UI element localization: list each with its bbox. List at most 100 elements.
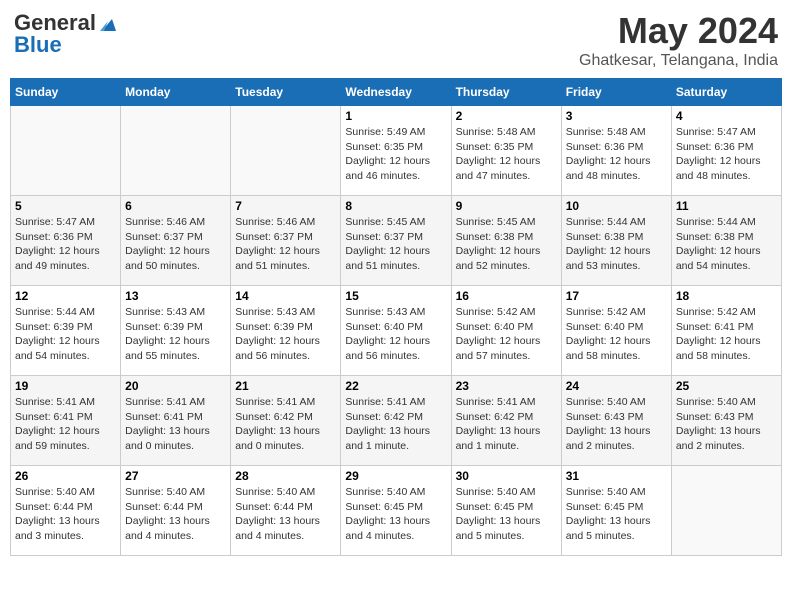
day-cell: 15Sunrise: 5:43 AM Sunset: 6:40 PM Dayli… (341, 286, 451, 376)
day-info: Sunrise: 5:41 AM Sunset: 6:42 PM Dayligh… (345, 395, 446, 454)
day-info: Sunrise: 5:45 AM Sunset: 6:38 PM Dayligh… (456, 215, 557, 274)
logo-icon (98, 13, 118, 33)
day-info: Sunrise: 5:40 AM Sunset: 6:45 PM Dayligh… (456, 485, 557, 544)
day-number: 16 (456, 289, 557, 303)
day-info: Sunrise: 5:46 AM Sunset: 6:37 PM Dayligh… (125, 215, 226, 274)
day-info: Sunrise: 5:46 AM Sunset: 6:37 PM Dayligh… (235, 215, 336, 274)
week-row-5: 26 Sunrise: 5:40 AM Sunset: 6:44 PM Dayli… (11, 466, 782, 556)
day-info: Sunrise: 5:40 AM Sunset: 6:43 PM Dayligh… (676, 395, 777, 454)
header-cell-wednesday: Wednesday (341, 79, 451, 106)
header-cell-sunday: Sunday (11, 79, 121, 106)
day-cell: 13Sunrise: 5:43 AM Sunset: 6:39 PM Dayli… (121, 286, 231, 376)
day-cell (671, 466, 781, 556)
day-cell: 29 Sunrise: 5:40 AM Sunset: 6:45 PM Dayli… (341, 466, 451, 556)
day-info: Sunrise: 5:40 AM Sunset: 6:45 PM Dayligh… (345, 485, 446, 544)
day-cell: 3Sunrise: 5:48 AM Sunset: 6:36 PM Daylig… (561, 106, 671, 196)
day-cell: 4 Sunrise: 5:47 AM Sunset: 6:36 PM Daylig… (671, 106, 781, 196)
day-info: Sunrise: 5:42 AM Sunset: 6:40 PM Dayligh… (456, 305, 557, 364)
week-row-2: 5 Sunrise: 5:47 AM Sunset: 6:36 PM Daylig… (11, 196, 782, 286)
page-header: General Blue May 2024 Ghatkesar, Telanga… (10, 10, 782, 70)
day-info: Sunrise: 5:44 AM Sunset: 6:39 PM Dayligh… (15, 305, 116, 364)
day-number: 17 (566, 289, 667, 303)
day-cell: 18 Sunrise: 5:42 AM Sunset: 6:41 PM Dayli… (671, 286, 781, 376)
day-number: 5 (15, 199, 116, 213)
day-info: Sunrise: 5:40 AM Sunset: 6:43 PM Dayligh… (566, 395, 667, 454)
subtitle: Ghatkesar, Telangana, India (579, 52, 778, 70)
day-info: Sunrise: 5:40 AM Sunset: 6:44 PM Dayligh… (15, 485, 116, 544)
day-cell: 5 Sunrise: 5:47 AM Sunset: 6:36 PM Daylig… (11, 196, 121, 286)
day-number: 27 (125, 469, 226, 483)
day-number: 1 (345, 109, 446, 123)
day-info: Sunrise: 5:48 AM Sunset: 6:36 PM Dayligh… (566, 125, 667, 184)
day-cell: 14 Sunrise: 5:43 AM Sunset: 6:39 PM Dayli… (231, 286, 341, 376)
day-number: 11 (676, 199, 777, 213)
header-row: SundayMondayTuesdayWednesdayThursdayFrid… (11, 79, 782, 106)
header-cell-thursday: Thursday (451, 79, 561, 106)
day-number: 31 (566, 469, 667, 483)
day-info: Sunrise: 5:41 AM Sunset: 6:41 PM Dayligh… (125, 395, 226, 454)
day-info: Sunrise: 5:40 AM Sunset: 6:45 PM Dayligh… (566, 485, 667, 544)
week-row-4: 19 Sunrise: 5:41 AM Sunset: 6:41 PM Dayli… (11, 376, 782, 466)
week-row-1: 1 Sunrise: 5:49 AM Sunset: 6:35 PM Daylig… (11, 106, 782, 196)
day-number: 7 (235, 199, 336, 213)
day-cell (121, 106, 231, 196)
day-cell: 25Sunrise: 5:40 AM Sunset: 6:43 PM Dayli… (671, 376, 781, 466)
day-number: 21 (235, 379, 336, 393)
day-cell: 11 Sunrise: 5:44 AM Sunset: 6:38 PM Dayli… (671, 196, 781, 286)
day-cell: 23Sunrise: 5:41 AM Sunset: 6:42 PM Dayli… (451, 376, 561, 466)
day-info: Sunrise: 5:45 AM Sunset: 6:37 PM Dayligh… (345, 215, 446, 274)
day-info: Sunrise: 5:49 AM Sunset: 6:35 PM Dayligh… (345, 125, 446, 184)
header-cell-saturday: Saturday (671, 79, 781, 106)
day-cell (231, 106, 341, 196)
day-number: 28 (235, 469, 336, 483)
day-cell: 20 Sunrise: 5:41 AM Sunset: 6:41 PM Dayli… (121, 376, 231, 466)
day-number: 8 (345, 199, 446, 213)
header-cell-monday: Monday (121, 79, 231, 106)
day-info: Sunrise: 5:41 AM Sunset: 6:41 PM Dayligh… (15, 395, 116, 454)
day-number: 22 (345, 379, 446, 393)
day-info: Sunrise: 5:41 AM Sunset: 6:42 PM Dayligh… (235, 395, 336, 454)
day-number: 30 (456, 469, 557, 483)
day-number: 24 (566, 379, 667, 393)
day-cell: 31 Sunrise: 5:40 AM Sunset: 6:45 PM Dayli… (561, 466, 671, 556)
day-number: 4 (676, 109, 777, 123)
main-title: May 2024 (579, 10, 778, 52)
day-cell: 2Sunrise: 5:48 AM Sunset: 6:35 PM Daylig… (451, 106, 561, 196)
day-cell: 27 Sunrise: 5:40 AM Sunset: 6:44 PM Dayli… (121, 466, 231, 556)
day-number: 14 (235, 289, 336, 303)
day-cell: 10 Sunrise: 5:44 AM Sunset: 6:38 PM Dayli… (561, 196, 671, 286)
day-number: 26 (15, 469, 116, 483)
day-info: Sunrise: 5:42 AM Sunset: 6:41 PM Dayligh… (676, 305, 777, 364)
day-number: 29 (345, 469, 446, 483)
header-cell-tuesday: Tuesday (231, 79, 341, 106)
logo: General Blue (14, 10, 118, 58)
day-cell: 30 Sunrise: 5:40 AM Sunset: 6:45 PM Dayli… (451, 466, 561, 556)
day-number: 15 (345, 289, 446, 303)
day-number: 6 (125, 199, 226, 213)
week-row-3: 12 Sunrise: 5:44 AM Sunset: 6:39 PM Dayli… (11, 286, 782, 376)
day-cell: 7 Sunrise: 5:46 AM Sunset: 6:37 PM Daylig… (231, 196, 341, 286)
day-info: Sunrise: 5:43 AM Sunset: 6:39 PM Dayligh… (235, 305, 336, 364)
day-info: Sunrise: 5:47 AM Sunset: 6:36 PM Dayligh… (676, 125, 777, 184)
day-cell: 24 Sunrise: 5:40 AM Sunset: 6:43 PM Dayli… (561, 376, 671, 466)
day-number: 12 (15, 289, 116, 303)
day-cell: 8 Sunrise: 5:45 AM Sunset: 6:37 PM Daylig… (341, 196, 451, 286)
day-number: 20 (125, 379, 226, 393)
day-cell: 26 Sunrise: 5:40 AM Sunset: 6:44 PM Dayli… (11, 466, 121, 556)
day-number: 10 (566, 199, 667, 213)
day-info: Sunrise: 5:44 AM Sunset: 6:38 PM Dayligh… (566, 215, 667, 274)
logo-blue: Blue (14, 32, 62, 58)
day-cell: 9Sunrise: 5:45 AM Sunset: 6:38 PM Daylig… (451, 196, 561, 286)
day-info: Sunrise: 5:40 AM Sunset: 6:44 PM Dayligh… (125, 485, 226, 544)
day-info: Sunrise: 5:42 AM Sunset: 6:40 PM Dayligh… (566, 305, 667, 364)
header-cell-friday: Friday (561, 79, 671, 106)
day-info: Sunrise: 5:44 AM Sunset: 6:38 PM Dayligh… (676, 215, 777, 274)
day-cell: 6 Sunrise: 5:46 AM Sunset: 6:37 PM Daylig… (121, 196, 231, 286)
day-cell: 28Sunrise: 5:40 AM Sunset: 6:44 PM Dayli… (231, 466, 341, 556)
day-number: 19 (15, 379, 116, 393)
title-block: May 2024 Ghatkesar, Telangana, India (579, 10, 778, 70)
day-number: 18 (676, 289, 777, 303)
day-cell: 16 Sunrise: 5:42 AM Sunset: 6:40 PM Dayli… (451, 286, 561, 376)
day-info: Sunrise: 5:47 AM Sunset: 6:36 PM Dayligh… (15, 215, 116, 274)
day-number: 23 (456, 379, 557, 393)
